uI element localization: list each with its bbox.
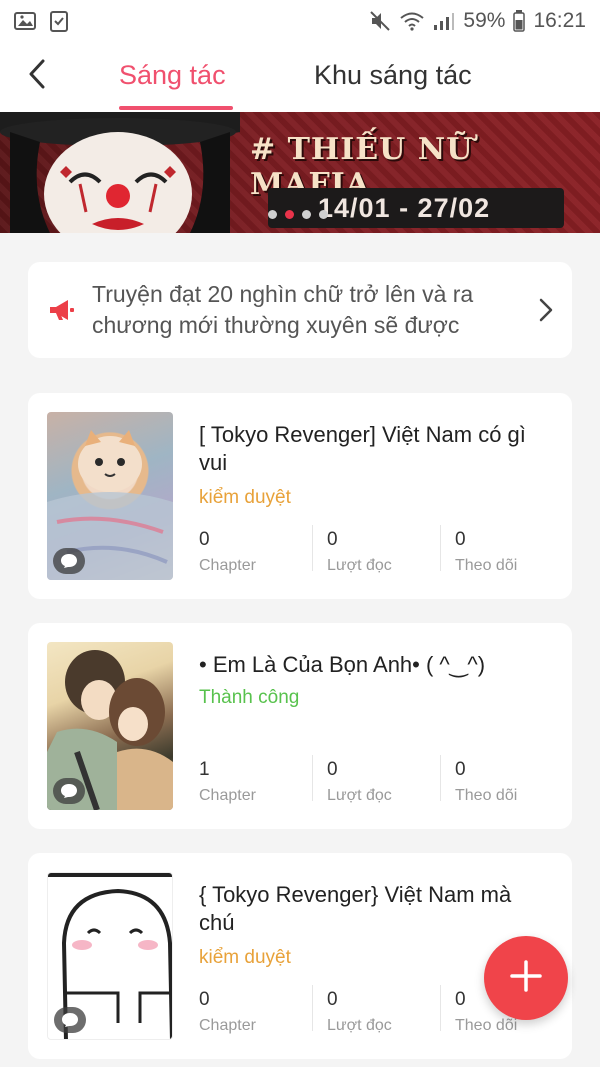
create-story-fab[interactable] bbox=[484, 936, 568, 1020]
story-status: kiểm duyệt bbox=[199, 487, 291, 508]
stat-label: Theo dõi bbox=[455, 557, 518, 574]
stat-label: Chapter bbox=[199, 787, 256, 804]
signal-icon bbox=[433, 11, 455, 31]
story-cover-image bbox=[47, 412, 173, 580]
gallery-icon bbox=[14, 11, 36, 31]
stat-follows: 0 Theo dõi bbox=[455, 759, 572, 805]
stat-reads: 0 Lượt đọc bbox=[327, 529, 447, 575]
divider bbox=[440, 985, 441, 1031]
stat-reads: 0 Lượt đọc bbox=[327, 989, 447, 1035]
stat-label: Lượt đọc bbox=[327, 787, 392, 804]
story-title: { Tokyo Revenger} Việt Nam mà chú bbox=[199, 882, 512, 935]
stat-chapter: 1 Chapter bbox=[199, 759, 319, 805]
battery-icon bbox=[513, 10, 526, 32]
divider bbox=[312, 985, 313, 1031]
story-status: Thành công bbox=[199, 687, 300, 708]
story-card[interactable]: [ Tokyo Revenger] Việt Nam có gì vui kiể… bbox=[28, 393, 572, 599]
notice-text: Truyện đạt 20 nghìn chữ trở lên và ra ch… bbox=[92, 281, 474, 338]
stat-value: 0 bbox=[199, 989, 210, 1010]
notice-banner[interactable]: Truyện đạt 20 nghìn chữ trở lên và ra ch… bbox=[28, 262, 572, 358]
stat-value: 0 bbox=[455, 529, 466, 550]
chevron-left-icon bbox=[28, 59, 46, 94]
back-button[interactable] bbox=[22, 56, 52, 96]
stat-value: 0 bbox=[327, 759, 338, 780]
tab-sang-tac[interactable]: Sáng tác bbox=[119, 60, 226, 91]
stat-label: Chapter bbox=[199, 557, 256, 574]
clock: 16:21 bbox=[533, 9, 586, 32]
tab-khu-sang-tac[interactable]: Khu sáng tác bbox=[314, 60, 472, 91]
stat-value: 0 bbox=[455, 759, 466, 780]
carousel-dot bbox=[302, 210, 311, 219]
promo-banner[interactable]: # THIẾU NỮ MAFIA 14/01 - 27/02 bbox=[0, 112, 600, 233]
stat-label: Theo dõi bbox=[455, 1017, 518, 1034]
chevron-right-icon bbox=[534, 298, 558, 322]
stat-label: Lượt đọc bbox=[327, 557, 392, 574]
comment-bubble-icon bbox=[53, 778, 85, 804]
stat-label: Lượt đọc bbox=[327, 1017, 392, 1034]
status-bar: 59% 16:21 bbox=[0, 0, 600, 42]
stat-value: 0 bbox=[199, 529, 210, 550]
story-title: • Em Là Của Bọn Anh• ( ^‿^) bbox=[199, 652, 486, 677]
wifi-icon bbox=[399, 11, 425, 31]
carousel-dot-active bbox=[285, 210, 294, 219]
stat-value: 0 bbox=[327, 989, 338, 1010]
stat-label: Chapter bbox=[199, 1017, 256, 1034]
divider bbox=[312, 755, 313, 801]
checklist-icon bbox=[50, 10, 68, 32]
divider bbox=[440, 755, 441, 801]
plus-icon bbox=[509, 959, 543, 998]
banner-date-range: 14/01 - 27/02 bbox=[268, 188, 564, 228]
stat-chapter: 0 Chapter bbox=[199, 989, 319, 1035]
megaphone-icon bbox=[48, 298, 78, 322]
stat-reads: 0 Lượt đọc bbox=[327, 759, 447, 805]
banner-clown-illustration bbox=[0, 112, 240, 233]
comment-bubble-icon bbox=[54, 1007, 86, 1033]
story-cover-image bbox=[47, 642, 173, 810]
battery-percent: 59% bbox=[463, 9, 506, 32]
stat-value: 0 bbox=[327, 529, 338, 550]
story-status: kiểm duyệt bbox=[199, 947, 291, 968]
carousel-dot bbox=[268, 210, 277, 219]
divider bbox=[312, 525, 313, 571]
top-nav: Sáng tác Khu sáng tác bbox=[0, 42, 600, 112]
stat-follows: 0 Theo dõi bbox=[455, 529, 572, 575]
comment-bubble-icon bbox=[53, 548, 85, 574]
stat-value: 1 bbox=[199, 759, 210, 780]
carousel-dot bbox=[319, 210, 328, 219]
divider bbox=[440, 525, 441, 571]
stat-chapter: 0 Chapter bbox=[199, 529, 319, 575]
banner-carousel-dots bbox=[268, 210, 328, 219]
story-cover-image bbox=[47, 872, 173, 1040]
stat-label: Theo dõi bbox=[455, 787, 518, 804]
story-title: [ Tokyo Revenger] Việt Nam có gì vui bbox=[199, 422, 526, 475]
mute-icon bbox=[369, 10, 391, 32]
story-card[interactable]: • Em Là Của Bọn Anh• ( ^‿^) Thành công 1… bbox=[28, 623, 572, 829]
active-tab-indicator bbox=[119, 106, 233, 110]
